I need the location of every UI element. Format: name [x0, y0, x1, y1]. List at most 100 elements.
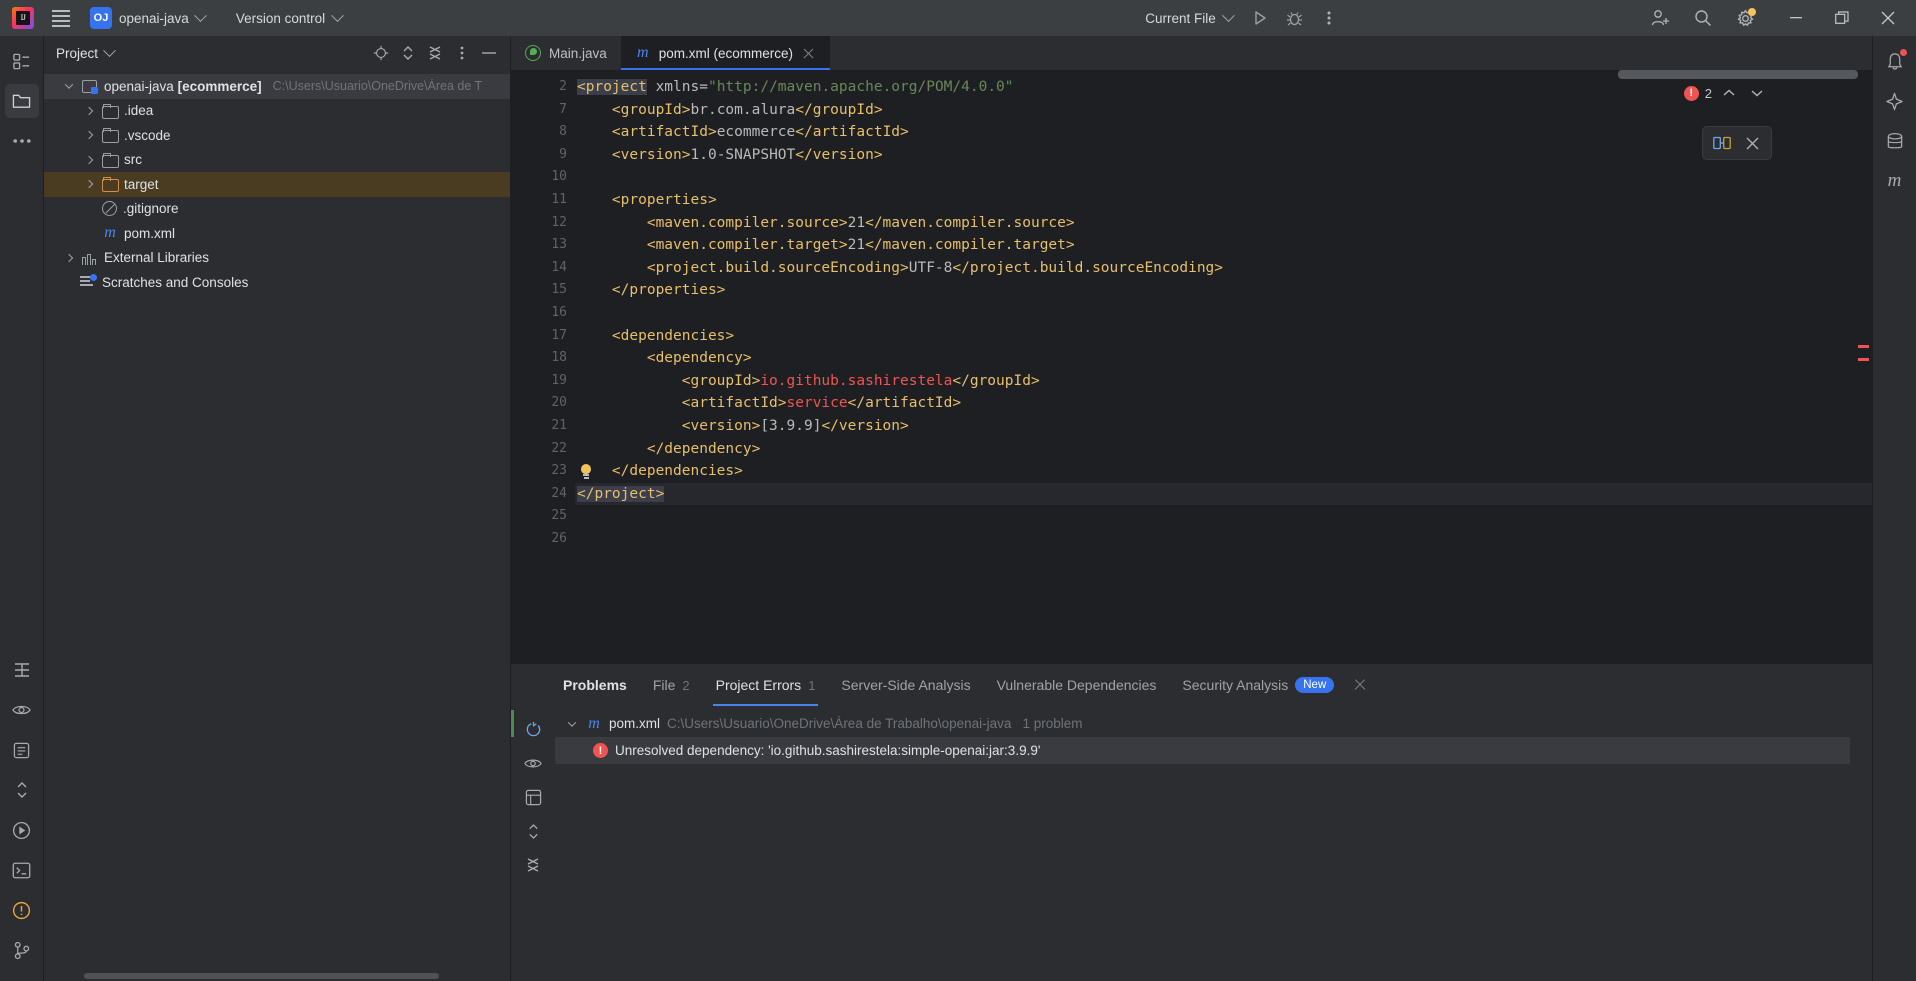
chevron-right-icon[interactable] — [82, 104, 96, 118]
notifications-icon[interactable] — [1878, 44, 1912, 78]
notification-dot — [1899, 49, 1907, 56]
version-control-widget[interactable]: Version control — [227, 5, 351, 31]
tab-server-side-analysis[interactable]: Server-Side Analysis — [828, 664, 983, 706]
tab-project-errors[interactable]: Project Errors 1 — [703, 664, 829, 706]
project-widget[interactable]: OJ openai-java — [86, 5, 213, 31]
run-configuration-label: Current File — [1145, 10, 1216, 26]
chevron-down-icon[interactable] — [565, 717, 579, 731]
project-files-icon[interactable] — [4, 84, 39, 118]
locate-icon[interactable] — [368, 40, 394, 66]
project-badge: OJ — [90, 7, 112, 29]
chevron-down-icon — [103, 43, 116, 57]
minimize-button[interactable] — [1774, 1, 1818, 35]
project-horizontal-scrollbar[interactable] — [84, 973, 439, 979]
problems-error-row[interactable]: ! Unresolved dependency: 'io.github.sash… — [555, 737, 1850, 764]
editor-tab-main-java[interactable]: Main.java — [511, 36, 621, 70]
debug-icon[interactable] — [1280, 4, 1310, 32]
run-icon[interactable] — [1246, 4, 1276, 32]
editor-tab-pom-xml[interactable]: m pom.xml (ecommerce) — [620, 36, 831, 70]
line-number: 15 — [551, 282, 567, 298]
code-line: <dependencies> — [577, 327, 735, 344]
tree-item-scratches-and-consoles[interactable]: Scratches and Consoles — [44, 270, 510, 295]
problems-title: Problems — [563, 677, 627, 693]
search-icon[interactable] — [1688, 4, 1718, 32]
compare-icon[interactable] — [1709, 130, 1735, 156]
close-icon[interactable] — [1739, 130, 1765, 156]
editor-inspection-widget[interactable]: ! 2 — [1683, 82, 1768, 104]
line-number: 18 — [551, 350, 567, 366]
editor-horizontal-scrollbar[interactable] — [1618, 70, 1858, 79]
git-branch-icon[interactable] — [5, 933, 39, 967]
error-stripe-marker[interactable] — [1858, 358, 1869, 361]
left-tool-rail — [0, 36, 44, 981]
next-error-icon[interactable] — [1746, 82, 1768, 104]
problems-file-row[interactable]: m pom.xml C:\Users\Usuario\OneDrive\Área… — [511, 710, 1872, 737]
tree-item-vscode[interactable]: .vscode — [44, 123, 510, 148]
code-editor[interactable]: 2 7 8 9 10 11 12 13 14 15 16 17 18 19 20… — [511, 70, 1872, 663]
code-content[interactable]: <project xmlns="http://maven.apache.org/… — [575, 70, 1872, 663]
tree-item-openai-java[interactable]: openai-java [ecommerce] C:\Users\Usuario… — [44, 74, 510, 99]
terminal-icon[interactable] — [5, 853, 39, 887]
ai-assistant-icon[interactable] — [1878, 84, 1912, 118]
chevron-right-icon[interactable] — [82, 153, 96, 167]
more-tool-windows-icon[interactable] — [5, 124, 39, 158]
expand-icon[interactable] — [518, 816, 548, 846]
problems-icon[interactable] — [5, 893, 39, 927]
grouping-icon[interactable] — [518, 782, 548, 812]
run-tool-icon[interactable] — [5, 813, 39, 847]
tree-item-target[interactable]: target — [44, 172, 510, 197]
error-stripe-marker[interactable] — [1858, 345, 1869, 348]
options-icon[interactable] — [449, 40, 475, 66]
structure-icon[interactable] — [5, 653, 39, 687]
eye-icon[interactable] — [518, 748, 548, 778]
tree-item-pom-xml[interactable]: m pom.xml — [44, 221, 510, 246]
expand-all-icon[interactable] — [395, 40, 421, 66]
tree-label: External Libraries — [104, 250, 210, 266]
tab-file[interactable]: File 2 — [640, 664, 703, 706]
notes-icon[interactable] — [5, 733, 39, 767]
tab-vulnerable-dependencies[interactable]: Vulnerable Dependencies — [984, 664, 1170, 706]
problems-list: m pom.xml C:\Users\Usuario\OneDrive\Área… — [511, 706, 1872, 981]
collapse-all-icon[interactable] — [422, 40, 448, 66]
collapse-icon[interactable] — [518, 850, 548, 880]
title-bar: IJ OJ openai-java Version control Curren… — [0, 0, 1916, 36]
tree-item-gitignore[interactable]: .gitignore — [44, 197, 510, 222]
tab-security-analysis[interactable]: Security Analysis New — [1169, 664, 1347, 706]
preview-icon[interactable] — [5, 693, 39, 727]
add-user-icon[interactable] — [1646, 4, 1676, 32]
database-icon[interactable] — [1878, 124, 1912, 158]
line-number: 23 — [511, 460, 591, 483]
maven-icon: m — [637, 44, 649, 61]
main-menu-button[interactable] — [44, 1, 78, 35]
project-panel-tools — [368, 40, 502, 66]
settings-notification-dot — [1748, 8, 1756, 16]
close-icon[interactable] — [801, 46, 816, 61]
gear-icon[interactable] — [1730, 4, 1760, 32]
project-panel-title-button[interactable]: Project — [56, 43, 116, 61]
hide-panel-icon[interactable] — [476, 40, 502, 66]
close-button[interactable] — [1866, 1, 1910, 35]
maximize-button[interactable] — [1820, 1, 1864, 35]
chevron-right-icon[interactable] — [82, 177, 96, 191]
tree-item-idea[interactable]: .idea — [44, 99, 510, 124]
line-number: 8 — [559, 124, 567, 140]
chevron-right-icon[interactable] — [82, 128, 96, 142]
code-line: <version>[3.9.9]</version> — [577, 417, 909, 434]
tree-item-external-libraries[interactable]: External Libraries — [44, 246, 510, 271]
gitignore-icon — [102, 201, 117, 217]
tree-item-src[interactable]: src — [44, 148, 510, 173]
run-configuration-selector[interactable]: Current File — [1136, 5, 1242, 31]
line-number: 19 — [551, 372, 567, 388]
chevron-down-icon[interactable] — [62, 79, 76, 93]
tree-label: .gitignore — [123, 201, 179, 217]
code-line: <properties> — [577, 191, 717, 208]
close-panel-icon[interactable] — [1351, 676, 1369, 694]
previous-error-icon[interactable] — [1718, 82, 1740, 104]
chevron-right-icon[interactable] — [62, 251, 76, 265]
expand-collapse-icon[interactable] — [5, 773, 39, 807]
refresh-icon[interactable] — [518, 714, 548, 744]
project-structure-icon[interactable] — [5, 44, 39, 78]
maven-icon[interactable]: m — [1878, 164, 1912, 198]
more-vertical-icon[interactable] — [1314, 4, 1344, 32]
scratches-icon — [80, 274, 97, 289]
